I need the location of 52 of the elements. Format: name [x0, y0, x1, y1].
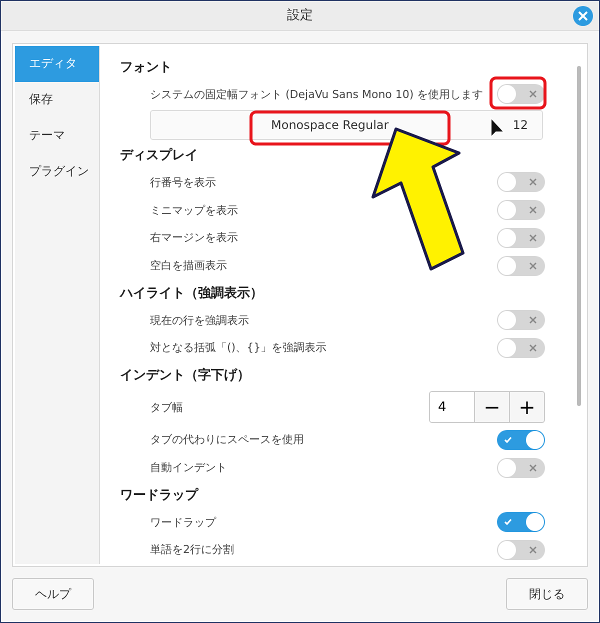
- cross-icon: [529, 546, 537, 554]
- setting-label: 現在の行を強調表示: [150, 312, 249, 328]
- decrement-button[interactable]: −: [475, 391, 510, 424]
- close-button[interactable]: 閉じる: [506, 578, 588, 610]
- cursor-icon: [490, 117, 506, 138]
- window-title: 設定: [287, 7, 313, 24]
- cross-icon: [529, 178, 537, 186]
- setting-label: タブの代わりにスペースを使用: [150, 432, 304, 448]
- cross-icon: [529, 90, 537, 98]
- sidebar-item[interactable]: テーマ: [15, 118, 99, 154]
- number-field[interactable]: 4: [429, 391, 475, 424]
- setting-label: システムの固定幅フォント (DejaVu Sans Mono 10) を使用します: [150, 86, 484, 102]
- toggle-switch[interactable]: [497, 338, 545, 358]
- highlight-frame: [490, 76, 546, 110]
- toggle-switch[interactable]: [497, 430, 545, 450]
- section-heading: フォント: [120, 59, 173, 78]
- cross-icon: [529, 234, 537, 242]
- setting-label: 対となる括弧「()、{}」を強調表示: [150, 340, 327, 356]
- section-heading: ハイライト（強調表示）: [120, 284, 264, 303]
- section-heading: ディスプレイ: [120, 146, 199, 166]
- cross-icon: [529, 206, 537, 214]
- cross-icon: [529, 464, 537, 472]
- check-icon: [504, 436, 512, 444]
- increment-button[interactable]: +: [510, 391, 545, 424]
- toggle-switch[interactable]: [497, 458, 545, 478]
- setting-label: 自動インデント: [150, 460, 227, 476]
- cross-icon: [529, 262, 537, 270]
- setting-label: タブ幅: [150, 400, 183, 415]
- toggle-switch[interactable]: [497, 512, 545, 532]
- setting-label: ワードラップ: [150, 514, 216, 530]
- setting-label: 右マージンを表示: [150, 230, 238, 246]
- toggle-switch[interactable]: [497, 200, 545, 220]
- sidebar-item[interactable]: プラグイン: [15, 154, 99, 190]
- cross-icon: [529, 344, 537, 352]
- font-button[interactable]: Monospace Regular 12: [150, 110, 543, 140]
- check-icon: [504, 518, 512, 526]
- setting-label: 空白を描画表示: [150, 258, 227, 274]
- toggle-switch[interactable]: [497, 310, 545, 330]
- help-button[interactable]: ヘルプ: [12, 578, 94, 610]
- toggle-switch[interactable]: [497, 540, 545, 560]
- setting-label: 単語を2行に分割: [150, 542, 234, 558]
- setting-label: ミニマップを表示: [150, 202, 238, 218]
- toggle-switch[interactable]: [497, 84, 545, 104]
- section-heading: ワードラップ: [120, 486, 200, 505]
- setting-label: 行番号を表示: [150, 174, 216, 190]
- section-heading: インデント（字下げ）: [120, 366, 251, 386]
- close-icon[interactable]: [573, 6, 593, 26]
- toggle-switch[interactable]: [497, 256, 545, 276]
- toggle-switch[interactable]: [497, 228, 545, 248]
- toggle-switch[interactable]: [497, 172, 545, 192]
- cross-icon: [529, 316, 537, 324]
- sidebar-item[interactable]: 保存: [15, 82, 99, 118]
